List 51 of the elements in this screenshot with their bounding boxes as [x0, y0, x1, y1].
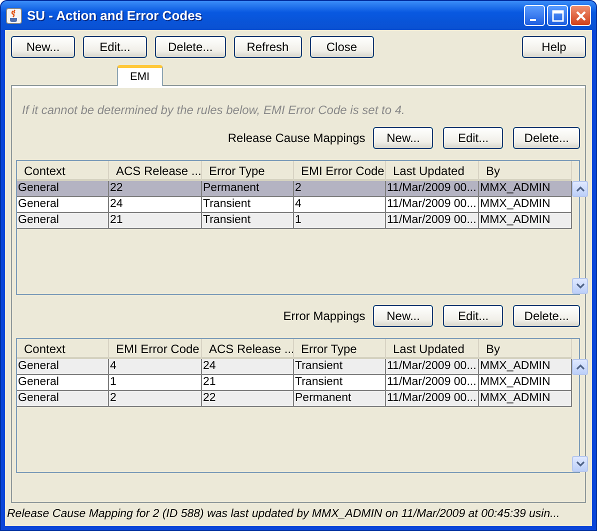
- table-row[interactable]: General 21 Transient 1 11/Mar/2009 00... MMX_ADMIN: [17, 213, 572, 229]
- section-label: Error Mappings: [283, 309, 366, 323]
- toolbar-button[interactable]: New...: [11, 36, 75, 58]
- section-label: Release Cause Mappings: [228, 131, 366, 145]
- info-text: If it cannot be determined by the rules below, EMI Error Code is set to 4.: [22, 103, 406, 117]
- table-cell: 11/Mar/2009 00...: [386, 391, 479, 407]
- section-button[interactable]: New...: [373, 127, 434, 149]
- maximize-icon: [552, 10, 564, 22]
- chevron-up-icon: [576, 364, 584, 370]
- maximize-button[interactable]: [547, 5, 568, 26]
- scroll-up-button[interactable]: [572, 359, 588, 375]
- toolbar-button[interactable]: Edit...: [83, 36, 147, 58]
- table-row[interactable]: General 24 Transient 4 11/Mar/2009 00... MMX_ADMIN: [17, 197, 572, 213]
- close-icon: [574, 10, 586, 22]
- minimize-button[interactable]: [524, 5, 545, 26]
- toolbar-button[interactable]: Refresh: [234, 36, 302, 58]
- minimize-icon: [530, 18, 536, 20]
- table-cell: Permanent: [294, 391, 386, 407]
- table-cell: MMX_ADMIN: [479, 391, 572, 407]
- scroll-down-button[interactable]: [572, 456, 588, 472]
- table-row[interactable]: General 22 Permanent 2 11/Mar/2009 00... MMX_ADMIN: [17, 181, 572, 197]
- table-cell: General: [17, 391, 109, 407]
- table-row[interactable]: General 2 22 Permanent 11/Mar/2009 00... MMX_ADMIN: [17, 391, 572, 407]
- table-cell: 1: [294, 213, 386, 229]
- table-row[interactable]: General 4 24 Transient 11/Mar/2009 00... MMX_ADMIN: [17, 359, 572, 375]
- chevron-up-icon: [576, 186, 584, 192]
- section-button[interactable]: Delete...: [513, 305, 580, 327]
- window-title: SU - Action and Error Codes: [27, 8, 204, 23]
- section-button[interactable]: Delete...: [513, 127, 580, 149]
- close-button[interactable]: [570, 5, 591, 26]
- table-row[interactable]: General 1 21 Transient 11/Mar/2009 00... MMX_ADMIN: [17, 375, 572, 391]
- help-button[interactable]: Help: [522, 36, 586, 58]
- table-cell: 2: [109, 391, 202, 407]
- toolbar-button[interactable]: Delete...: [155, 36, 226, 58]
- section-button[interactable]: Edit...: [443, 305, 504, 327]
- table-cell: MMX_ADMIN: [479, 213, 572, 229]
- toolbar-button[interactable]: Close: [310, 36, 374, 58]
- section-button[interactable]: Edit...: [443, 127, 504, 149]
- section-button[interactable]: New...: [373, 305, 434, 327]
- table-cell: 22: [202, 391, 294, 407]
- table-cell: Transient: [202, 213, 294, 229]
- scroll-up-button[interactable]: [572, 181, 588, 197]
- table-cell: 11/Mar/2009 00...: [386, 213, 479, 229]
- chevron-down-icon: [576, 461, 584, 467]
- scroll-down-button[interactable]: [572, 278, 588, 294]
- cup-icon: [6, 8, 22, 24]
- tab[interactable]: EMI: [117, 65, 163, 86]
- table-cell: General: [17, 213, 109, 229]
- chevron-down-icon: [576, 283, 584, 289]
- table-cell: 21: [109, 213, 202, 229]
- status-text: Release Cause Mapping for 2 (ID 588) was last updated by MMX_ADMIN on 11/Mar/2009 at 00:45:39 usin...: [7, 507, 560, 522]
